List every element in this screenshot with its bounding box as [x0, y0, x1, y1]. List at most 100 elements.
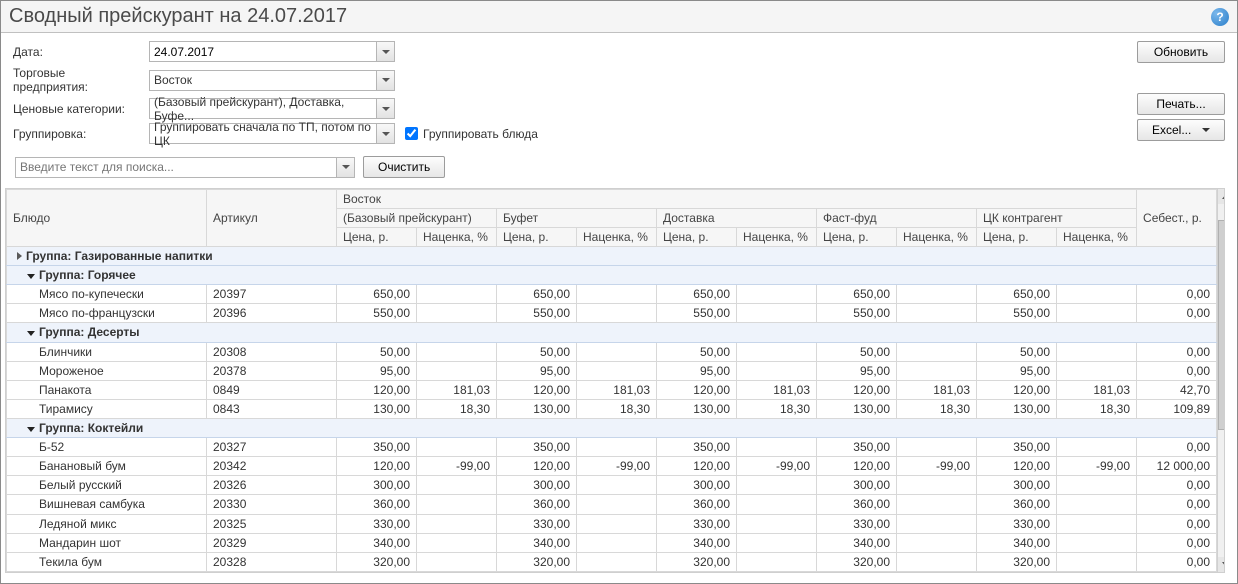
- date-input[interactable]: [149, 41, 377, 62]
- group-row[interactable]: Группа: Горячее: [7, 266, 1217, 285]
- col-markup[interactable]: Наценка, %: [897, 228, 977, 247]
- cell: 650,00: [497, 285, 577, 304]
- excel-button[interactable]: Excel...: [1137, 119, 1225, 141]
- group-row[interactable]: Группа: Коктейли: [7, 418, 1217, 437]
- date-dropdown-button[interactable]: [377, 41, 395, 62]
- cell: 130,00: [657, 399, 737, 418]
- table-row[interactable]: Мандарин шот20329340,00340,00340,00340,0…: [7, 533, 1217, 552]
- table-row[interactable]: Мясо по-французски20396550,00550,00550,0…: [7, 304, 1217, 323]
- col-price[interactable]: Цена, р.: [817, 228, 897, 247]
- group-row[interactable]: Группа: Газированные напитки: [7, 247, 1217, 266]
- enterprise-label: Торговые предприятия:: [13, 66, 143, 94]
- cell: 340,00: [657, 533, 737, 552]
- col-markup[interactable]: Наценка, %: [737, 228, 817, 247]
- cell: 18,30: [417, 399, 497, 418]
- table-row[interactable]: Панакота0849120,00181,03120,00181,03120,…: [7, 380, 1217, 399]
- search-input[interactable]: [15, 157, 337, 178]
- table-row[interactable]: Блинчики2030850,0050,0050,0050,0050,000,…: [7, 342, 1217, 361]
- col-enterprise[interactable]: Восток: [337, 190, 1137, 209]
- cell: 42,70: [1137, 380, 1217, 399]
- col-dish[interactable]: Блюдо: [7, 190, 207, 247]
- col-cost[interactable]: Себест., р.: [1137, 190, 1217, 247]
- col-markup[interactable]: Наценка, %: [1057, 228, 1137, 247]
- cell: [577, 514, 657, 533]
- cell: 550,00: [497, 304, 577, 323]
- title-bar: Сводный прейскурант на 24.07.2017 ?: [1, 1, 1237, 33]
- scrollbar-thumb[interactable]: [1218, 220, 1225, 430]
- cell: [737, 476, 817, 495]
- table-row[interactable]: Ледяной микс20325330,00330,00330,00330,0…: [7, 514, 1217, 533]
- help-icon[interactable]: ?: [1211, 8, 1229, 26]
- cell: [1057, 285, 1137, 304]
- cell: [577, 285, 657, 304]
- table-row[interactable]: Тирамису0843130,0018,30130,0018,30130,00…: [7, 399, 1217, 418]
- scroll-up-button[interactable]: [1218, 189, 1225, 204]
- col-sku[interactable]: Артикул: [207, 190, 337, 247]
- grouping-dropdown-button[interactable]: [377, 123, 395, 144]
- grouping-combo[interactable]: Группировать сначала по ТП, потом по ЦК: [149, 123, 395, 144]
- col-cat-0[interactable]: (Базовый прейскурант): [337, 209, 497, 228]
- search-combo[interactable]: [15, 157, 355, 178]
- cell: [737, 495, 817, 514]
- cell: 0843: [207, 399, 337, 418]
- cell: 120,00: [657, 380, 737, 399]
- cell: [1057, 514, 1137, 533]
- cell: 130,00: [497, 399, 577, 418]
- table-row[interactable]: Мороженое2037895,0095,0095,0095,0095,000…: [7, 361, 1217, 380]
- table-row[interactable]: Вишневая самбука20330360,00360,00360,003…: [7, 495, 1217, 514]
- col-cat-1[interactable]: Буфет: [497, 209, 657, 228]
- search-dropdown-button[interactable]: [337, 157, 355, 178]
- table-row[interactable]: Текила бум20328320,00320,00320,00320,003…: [7, 552, 1217, 571]
- cell: 95,00: [977, 361, 1057, 380]
- cell: [897, 304, 977, 323]
- enterprise-dropdown-button[interactable]: [377, 70, 395, 91]
- enterprise-combo[interactable]: Восток: [149, 70, 395, 91]
- col-cat-3[interactable]: Фаст-фуд: [817, 209, 977, 228]
- table-row[interactable]: Б-5220327350,00350,00350,00350,00350,000…: [7, 438, 1217, 457]
- cell: 120,00: [817, 380, 897, 399]
- cell: [737, 361, 817, 380]
- cell: [417, 285, 497, 304]
- cell: -99,00: [897, 457, 977, 476]
- vertical-scrollbar[interactable]: [1217, 189, 1225, 572]
- col-price[interactable]: Цена, р.: [977, 228, 1057, 247]
- col-price[interactable]: Цена, р.: [497, 228, 577, 247]
- pricecat-dropdown-button[interactable]: [377, 98, 395, 119]
- col-cat-4[interactable]: ЦК контрагент: [977, 209, 1137, 228]
- refresh-button[interactable]: Обновить: [1137, 41, 1225, 63]
- cell: [577, 361, 657, 380]
- cell: 330,00: [497, 514, 577, 533]
- print-button[interactable]: Печать...: [1137, 93, 1225, 115]
- cell: [897, 285, 977, 304]
- cell: 300,00: [337, 476, 417, 495]
- cell: 340,00: [337, 533, 417, 552]
- table-row[interactable]: Банановый бум20342120,00-99,00120,00-99,…: [7, 457, 1217, 476]
- cell: [737, 438, 817, 457]
- cell: 50,00: [657, 342, 737, 361]
- cell: 650,00: [657, 285, 737, 304]
- table-row[interactable]: Мясо по-купечески20397650,00650,00650,00…: [7, 285, 1217, 304]
- cell: 181,03: [1057, 380, 1137, 399]
- scroll-down-button[interactable]: [1218, 557, 1225, 572]
- cell: 20396: [207, 304, 337, 323]
- group-dishes-checkbox[interactable]: [405, 127, 418, 140]
- col-markup[interactable]: Наценка, %: [577, 228, 657, 247]
- chevron-up-icon: [1222, 194, 1225, 199]
- pricecat-combo[interactable]: (Базовый прейскурант), Доставка, Буфе...: [149, 98, 395, 119]
- cell: 120,00: [497, 457, 577, 476]
- col-price[interactable]: Цена, р.: [657, 228, 737, 247]
- collapse-icon: [27, 427, 35, 432]
- cell: 20378: [207, 361, 337, 380]
- cell: 20397: [207, 285, 337, 304]
- date-combo[interactable]: [149, 41, 395, 62]
- cell: 360,00: [337, 495, 417, 514]
- col-price[interactable]: Цена, р.: [337, 228, 417, 247]
- clear-button[interactable]: Очистить: [363, 156, 445, 178]
- group-row[interactable]: Группа: Десерты: [7, 323, 1217, 342]
- col-markup[interactable]: Наценка, %: [417, 228, 497, 247]
- cell: 0,00: [1137, 533, 1217, 552]
- chevron-down-icon: [382, 78, 390, 82]
- col-cat-2[interactable]: Доставка: [657, 209, 817, 228]
- table-row[interactable]: Белый русский20326300,00300,00300,00300,…: [7, 476, 1217, 495]
- cell: [417, 342, 497, 361]
